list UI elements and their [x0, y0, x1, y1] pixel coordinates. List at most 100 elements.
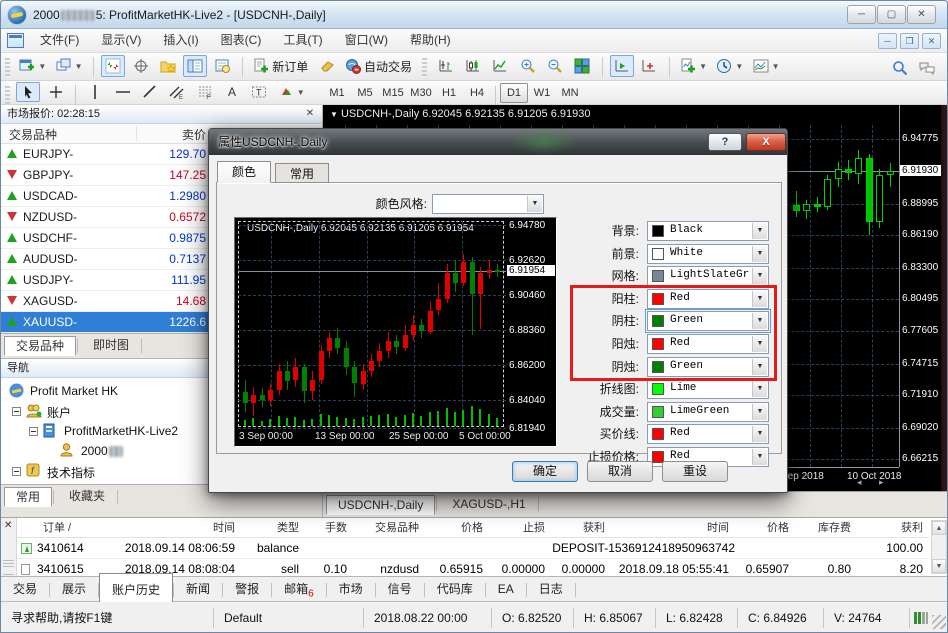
- tile-windows-button[interactable]: [570, 55, 594, 77]
- terminal-column-header[interactable]: 库存费: [793, 518, 855, 538]
- toolbar-grip[interactable]: [422, 58, 427, 76]
- terminal-column-header[interactable]: 订单 /: [17, 518, 117, 538]
- menu-插入[interactable]: 插入(I): [152, 29, 209, 52]
- navigator-tab-常用[interactable]: 常用: [4, 487, 52, 507]
- mdi-close-button[interactable]: ✕: [922, 33, 941, 49]
- favorites-button[interactable]: [156, 55, 180, 77]
- new-order-button[interactable]: 新订单: [250, 55, 311, 77]
- terminal-close-icon[interactable]: ✕: [4, 520, 12, 531]
- tree-expander-icon[interactable]: [12, 467, 21, 476]
- candlestick-chart-type-button[interactable]: [461, 55, 485, 77]
- resize-grip[interactable]: [932, 615, 946, 629]
- tick-chart-button[interactable]: [101, 55, 125, 77]
- chart-tab-XAGUSD-,H1[interactable]: XAGUSD-,H1: [441, 495, 536, 515]
- cancel-button[interactable]: 取消: [587, 461, 653, 482]
- terminal-column-header[interactable]: 类型: [239, 518, 303, 538]
- timeframe-M1[interactable]: M1: [323, 83, 351, 103]
- chevron-down-icon[interactable]: ▼: [527, 196, 542, 212]
- trendline-tool-button[interactable]: [138, 82, 162, 102]
- channel-tool-button[interactable]: E: [165, 82, 189, 102]
- scroll-left-icon[interactable]: ◂: [857, 477, 862, 488]
- tree-expander-icon[interactable]: [29, 427, 38, 436]
- chevron-down-icon[interactable]: ▼: [752, 404, 767, 420]
- horizontal-line-tool-button[interactable]: [111, 82, 135, 102]
- terminal-column-header[interactable]: 交易品种: [351, 518, 423, 538]
- toolbar-grip[interactable]: [5, 86, 10, 104]
- line-chart-type-button[interactable]: [488, 55, 512, 77]
- timeframe-H1[interactable]: H1: [435, 83, 463, 103]
- chevron-down-icon[interactable]: ▼: [752, 426, 767, 442]
- color-select-LimeGreen[interactable]: LimeGreen▼: [647, 402, 769, 422]
- minimize-button[interactable]: ─: [847, 5, 876, 24]
- color-scheme-select[interactable]: ▼: [432, 194, 544, 214]
- maximize-button[interactable]: ▢: [877, 5, 906, 24]
- search-button[interactable]: [888, 57, 912, 79]
- auto-scroll-button[interactable]: [610, 55, 634, 77]
- tab-common[interactable]: 常用: [275, 163, 329, 183]
- color-select-Lime[interactable]: Lime▼: [647, 379, 769, 399]
- chevron-down-icon[interactable]: ▼: [752, 381, 767, 397]
- timeframe-H4[interactable]: H4: [463, 83, 491, 103]
- terminal-column-header[interactable]: 价格: [423, 518, 487, 538]
- cursor-tool-button[interactable]: [16, 82, 40, 102]
- terminal-tab-展示[interactable]: 展示: [50, 577, 98, 602]
- timeframe-D1[interactable]: D1: [500, 83, 528, 103]
- templates-button[interactable]: ▼: [750, 55, 783, 77]
- terminal-column-header[interactable]: 获利: [855, 518, 927, 538]
- data-window-button[interactable]: [211, 55, 235, 77]
- market-watch-tab-即时图[interactable]: 即时图: [82, 336, 140, 356]
- market-watch-tab-交易品种[interactable]: 交易品种: [4, 336, 76, 356]
- terminal-tab-新闻[interactable]: 新闻: [174, 577, 222, 602]
- terminal-tab-EA[interactable]: EA: [486, 577, 526, 602]
- vertical-line-tool-button[interactable]: [83, 82, 107, 102]
- timeframe-M5[interactable]: M5: [351, 83, 379, 103]
- terminal-column-header[interactable]: 手数: [303, 518, 351, 538]
- timeframe-M15[interactable]: M15: [379, 83, 407, 103]
- close-icon[interactable]: ✕: [303, 107, 317, 121]
- tab-colors[interactable]: 颜色: [217, 161, 271, 183]
- eraser-button[interactable]: [315, 55, 339, 77]
- symbol-column-header[interactable]: 交易品种: [9, 126, 57, 143]
- menu-窗口[interactable]: 窗口(W): [334, 29, 399, 52]
- chevron-down-icon[interactable]: ▼: [752, 223, 767, 239]
- terminal-column-header[interactable]: 获利: [549, 518, 609, 538]
- menu-帮助[interactable]: 帮助(H): [399, 29, 462, 52]
- terminal-column-header[interactable]: 时间: [117, 518, 239, 538]
- chart-tab-USDCNH-,Daily[interactable]: USDCNH-,Daily: [326, 495, 435, 515]
- bar-chart-type-button[interactable]: [434, 55, 458, 77]
- fibonacci-tool-button[interactable]: F: [193, 82, 217, 102]
- terminal-tab-交易[interactable]: 交易: [1, 577, 49, 602]
- chevron-down-icon[interactable]: ▼: [752, 449, 767, 465]
- terminal-tab-信号[interactable]: 信号: [376, 577, 424, 602]
- menu-图表[interactable]: 图表(C): [210, 29, 273, 52]
- bid-column-header[interactable]: 卖价: [121, 126, 206, 143]
- scroll-up-icon[interactable]: ▲: [932, 521, 946, 535]
- crosshair-tool-button[interactable]: [44, 82, 68, 102]
- new-chart-button[interactable]: ▼: [16, 55, 49, 77]
- market-watch-toggle-button[interactable]: [183, 55, 207, 77]
- tree-expander-icon[interactable]: [12, 407, 21, 416]
- menu-文件[interactable]: 文件(F): [29, 29, 90, 52]
- zoom-out-button[interactable]: [543, 55, 567, 77]
- toolbar-grip[interactable]: [5, 58, 10, 76]
- crosshair-mode-button[interactable]: [129, 55, 153, 77]
- terminal-tab-日志[interactable]: 日志: [527, 577, 575, 602]
- terminal-column-header[interactable]: 止损: [487, 518, 549, 538]
- chat-button[interactable]: [915, 57, 939, 79]
- scroll-down-icon[interactable]: ▼: [932, 559, 946, 573]
- mdi-minimize-button[interactable]: ─: [878, 33, 897, 49]
- reset-button[interactable]: 重设: [662, 461, 728, 482]
- timeframe-MN[interactable]: MN: [556, 83, 584, 103]
- status-profile[interactable]: Default: [213, 608, 363, 628]
- market-watch-caption[interactable]: 市场报价: 02:28:15 ✕: [1, 105, 322, 124]
- mdi-restore-button[interactable]: ❐: [900, 33, 919, 49]
- terminal-tab-警报[interactable]: 警报: [223, 577, 271, 602]
- color-select-Red[interactable]: Red▼: [647, 424, 769, 444]
- chevron-down-icon[interactable]: ▼: [752, 268, 767, 284]
- terminal-tab-代码库[interactable]: 代码库: [425, 577, 485, 602]
- ok-button[interactable]: 确定: [512, 461, 578, 482]
- color-select-White[interactable]: White▼: [647, 244, 769, 264]
- text-tool-button[interactable]: A: [220, 82, 244, 102]
- terminal-column-header[interactable]: 时间: [609, 518, 733, 538]
- terminal-column-header[interactable]: 价格: [733, 518, 793, 538]
